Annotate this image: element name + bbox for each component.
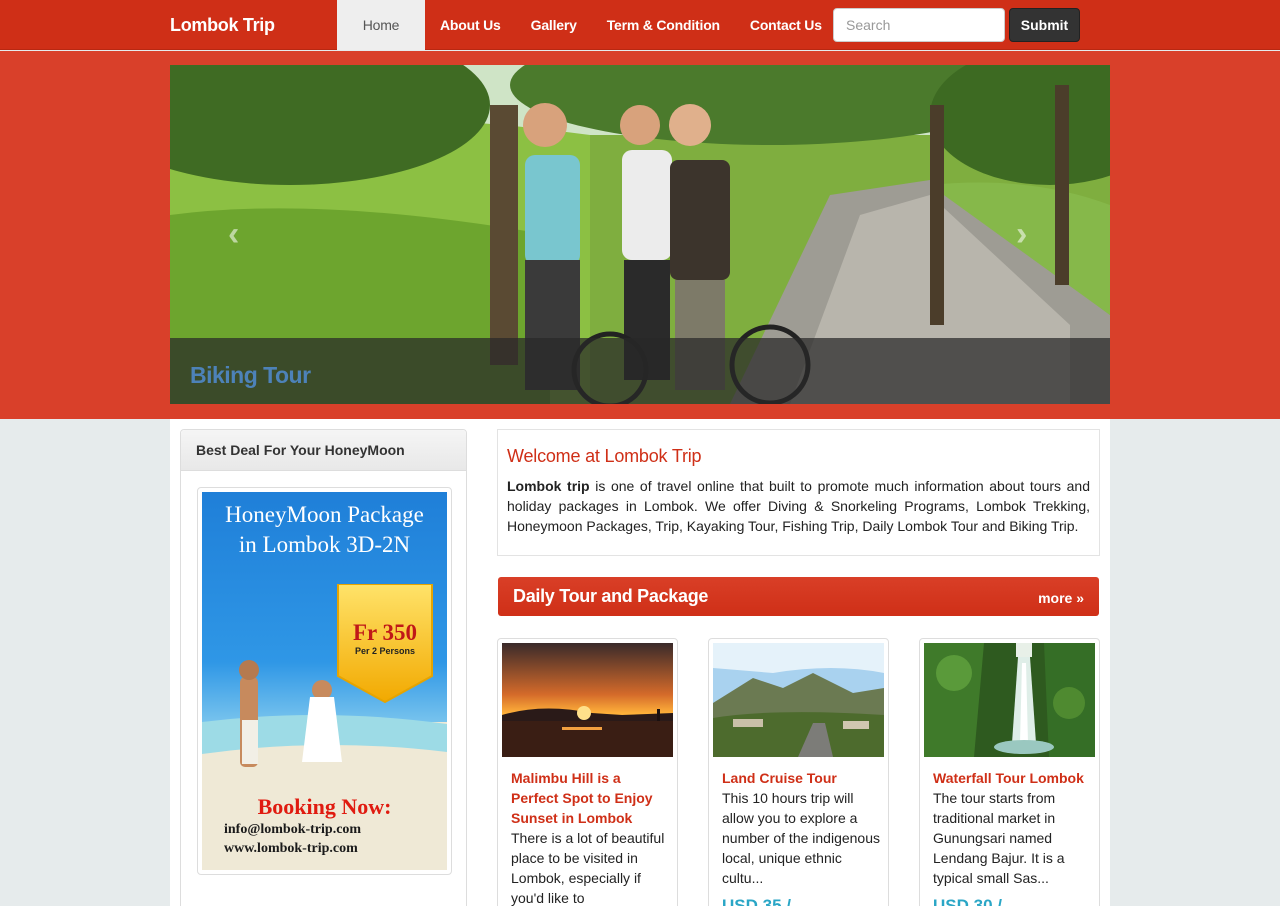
promo-booking-now: Booking Now: (257, 794, 392, 819)
tour-description: This 10 hours trip will allow you to exp… (722, 790, 880, 886)
promo-price: Fr 350 (352, 620, 418, 645)
tour-title[interactable]: Land Cruise Tour (722, 768, 880, 788)
main-nav: Home About Us Gallery Term & Condition C… (337, 0, 837, 50)
welcome-text: Lombok trip is one of travel online that… (507, 476, 1090, 536)
tour-description: There is a lot of beautiful place to be … (511, 830, 665, 906)
promo-per-persons: Per 2 Persons (354, 646, 416, 656)
nav-about-us[interactable]: About Us (425, 0, 516, 50)
promo-email: info@lombok-trip.com (224, 822, 362, 837)
carousel-prev-icon[interactable]: ‹ (228, 215, 239, 254)
promo-website: www.lombok-trip.com (224, 841, 358, 856)
promo-image: HoneyMoon Package in Lombok 3D-2N Fr 350… (202, 492, 447, 870)
tour-price: USD 35 / (722, 896, 791, 906)
honeymoon-promo-banner[interactable]: HoneyMoon Package in Lombok 3D-2N Fr 350… (197, 487, 452, 875)
nav-term-condition[interactable]: Term & Condition (592, 0, 735, 50)
carousel-caption: Biking Tour (170, 338, 1110, 404)
tour-card-malimbu[interactable]: Malimbu Hill is a Perfect Spot to Enjoy … (497, 638, 678, 906)
welcome-body: is one of travel online that built to pr… (507, 478, 1090, 534)
promo-title-line2: in Lombok 3D-2N (238, 532, 411, 557)
daily-tour-header: Daily Tour and Package more » (498, 577, 1099, 616)
tour-price: USD 30 / (933, 896, 1002, 906)
welcome-section: Welcome at Lombok Trip Lombok trip is on… (497, 429, 1100, 556)
submit-button[interactable]: Submit (1009, 8, 1080, 42)
top-navbar: Lombok Trip Home About Us Gallery Term &… (0, 0, 1280, 50)
nav-contact-us[interactable]: Contact Us (735, 0, 837, 50)
daily-more-link[interactable]: more » (1038, 590, 1084, 606)
carousel-next-icon[interactable]: › (1016, 215, 1027, 254)
tour-thumbnail-mountain[interactable] (713, 643, 884, 757)
promo-title-line1: HoneyMoon Package (225, 502, 424, 527)
honeymoon-deal-panel: Best Deal For Your HoneyMoon HoneyMoon P… (180, 429, 467, 906)
carousel-caption-text: Biking Tour (190, 362, 311, 388)
brand-logo[interactable]: Lombok Trip (170, 0, 275, 50)
tour-description: The tour starts from traditional market … (933, 790, 1065, 886)
nav-gallery[interactable]: Gallery (516, 0, 592, 50)
nav-home[interactable]: Home (337, 0, 425, 50)
tour-thumbnail-sunset[interactable] (502, 643, 673, 757)
welcome-lead: Lombok trip (507, 478, 590, 494)
tour-thumbnail-waterfall[interactable] (924, 643, 1095, 757)
sidebar-heading: Best Deal For Your HoneyMoon (181, 430, 466, 471)
hero-carousel: ‹ › Biking Tour (170, 65, 1110, 404)
tour-title[interactable]: Waterfall Tour Lombok (933, 768, 1091, 788)
tour-card-waterfall[interactable]: Waterfall Tour Lombok The tour starts fr… (919, 638, 1100, 906)
tour-title[interactable]: Malimbu Hill is a Perfect Spot to Enjoy … (511, 768, 669, 828)
daily-tour-title: Daily Tour and Package (513, 586, 709, 606)
welcome-title: Welcome at Lombok Trip (507, 446, 702, 466)
search-input[interactable] (833, 8, 1005, 42)
tour-card-land-cruise[interactable]: Land Cruise Tour This 10 hours trip will… (708, 638, 889, 906)
